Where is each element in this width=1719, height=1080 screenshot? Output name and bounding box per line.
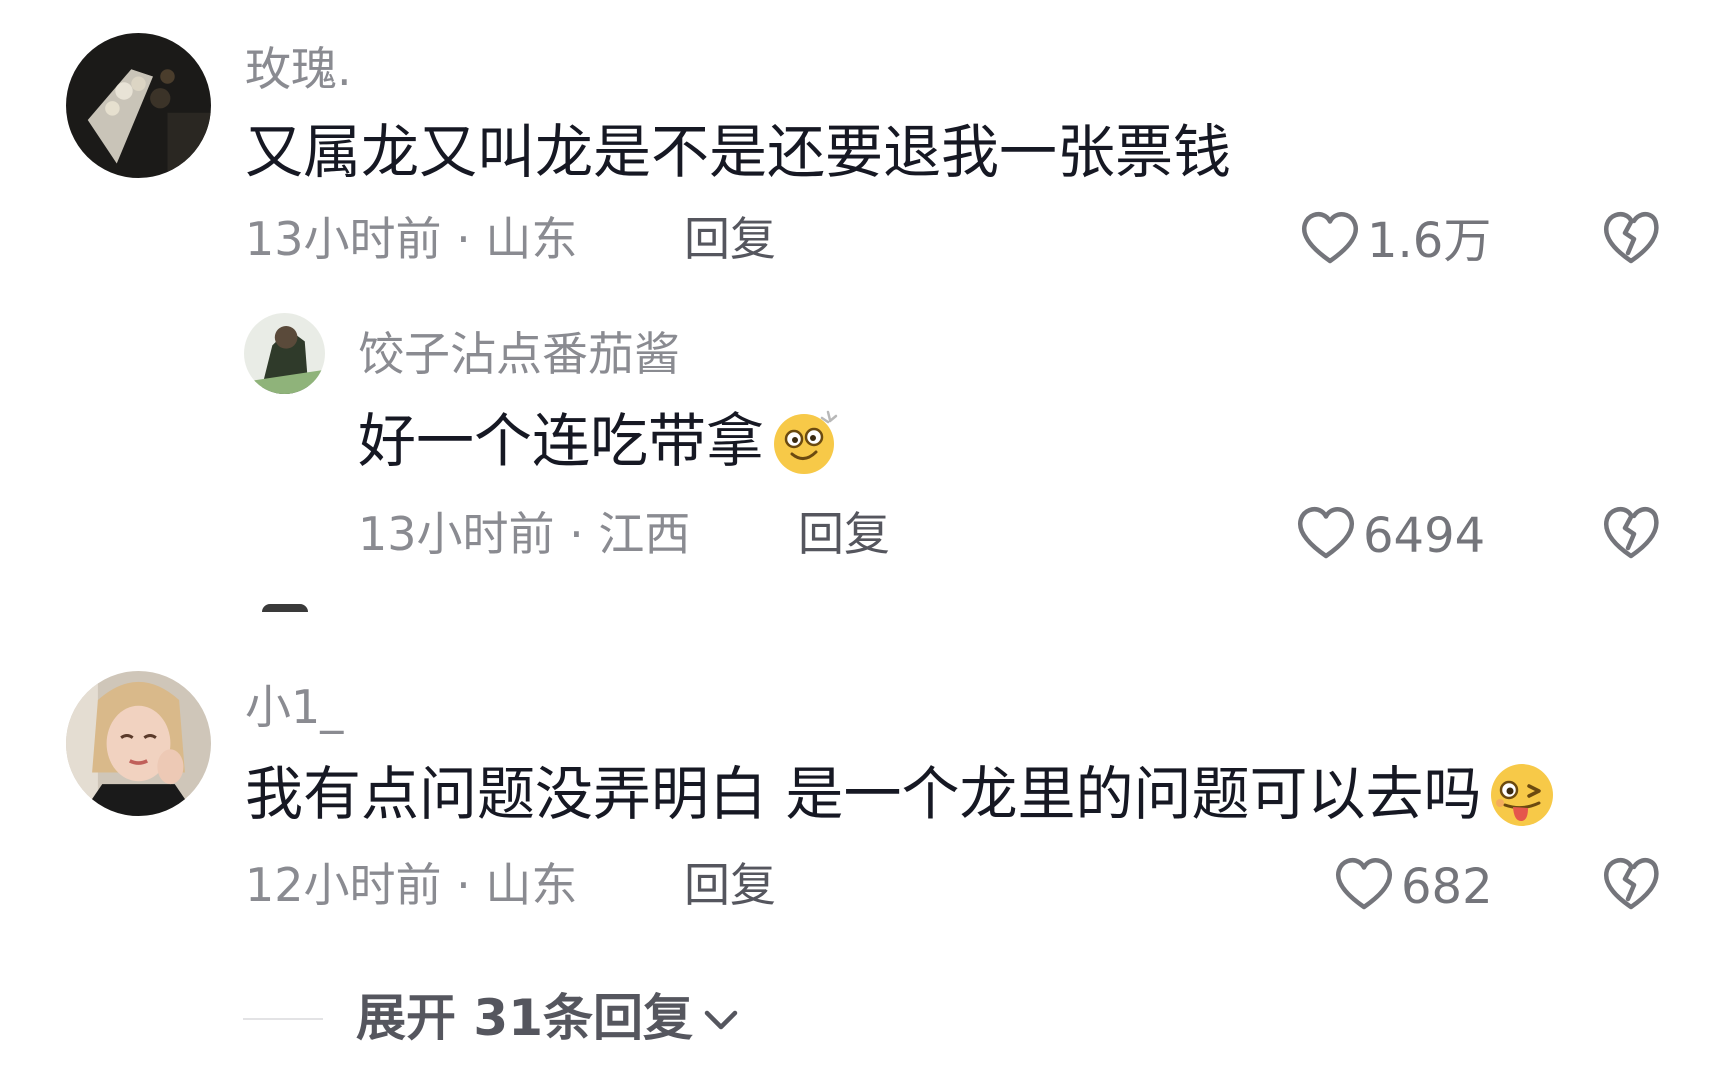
like-count: 682 [1401, 859, 1493, 915]
broken-heart-icon [1604, 858, 1659, 910]
heart-outline-icon [1333, 855, 1401, 919]
like-button[interactable]: 1.6万 [1299, 209, 1491, 273]
avatar [262, 604, 308, 612]
avatar[interactable] [244, 313, 325, 394]
expand-replies-button[interactable]: 展开 31条回复 [356, 993, 741, 1043]
dislike-button[interactable] [1601, 209, 1661, 265]
like-count: 6494 [1363, 508, 1486, 564]
broken-heart-icon [1604, 507, 1659, 559]
comment-meta: 12小时前 · 山东 [245, 858, 578, 912]
comment-username[interactable]: 玫瑰. [245, 46, 352, 92]
heart-outline-icon [1299, 209, 1367, 273]
expand-divider [243, 1018, 323, 1020]
dizzy-smile-emoji [770, 406, 840, 476]
comment-meta: 13小时前 · 山东 [245, 212, 578, 266]
broken-heart-icon [1604, 212, 1659, 264]
dislike-button[interactable] [1601, 855, 1661, 911]
comment-text: 好一个连吃带拿 [358, 406, 840, 476]
avatar[interactable] [66, 671, 211, 816]
reply-button[interactable]: 回复 [798, 511, 890, 557]
like-button[interactable]: 682 [1333, 855, 1493, 919]
comment-username[interactable]: 小1_ [245, 684, 343, 730]
reply-button[interactable]: 回复 [684, 862, 776, 908]
like-button[interactable]: 6494 [1295, 504, 1485, 568]
heart-outline-icon [1295, 504, 1363, 568]
comment-username[interactable]: 饺子沾点番茄酱 [358, 331, 680, 377]
avatar[interactable] [66, 33, 211, 178]
comment-text: 又属龙又叫龙是不是还要退我一张票钱 [245, 118, 1232, 186]
like-count: 1.6万 [1367, 213, 1492, 269]
comment-text: 我有点问题没弄明白 是一个龙里的问题可以去吗 [245, 759, 1557, 829]
comment-meta: 13小时前 · 江西 [358, 507, 691, 561]
chevron-down-icon [693, 993, 741, 1043]
tongue-wink-emoji [1487, 759, 1557, 829]
reply-button[interactable]: 回复 [684, 216, 776, 262]
dislike-button[interactable] [1601, 504, 1661, 560]
